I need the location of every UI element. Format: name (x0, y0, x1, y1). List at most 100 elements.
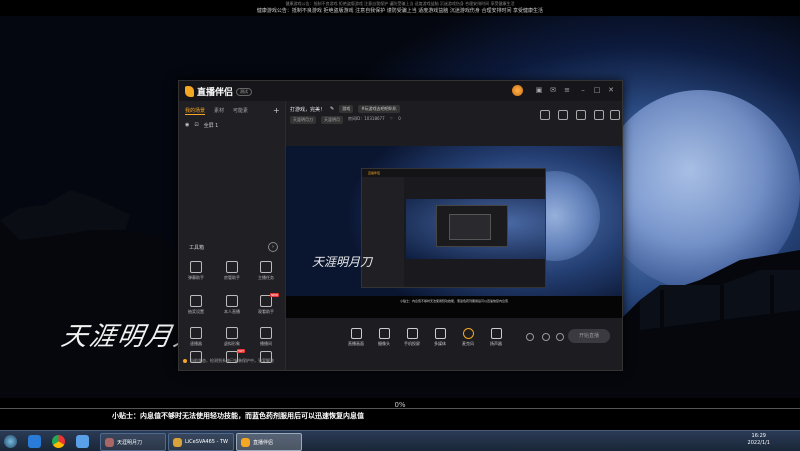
taskbar-app-label: 天涯明月刀 (117, 439, 143, 446)
tab-other[interactable]: 可能素 (233, 107, 248, 115)
room-info: 打游戏，完美！ ✎ 游戏 #玩游戏去吧吧叭叭 (290, 105, 400, 113)
tool-label: 本人直播 (224, 309, 240, 314)
maximize-icon[interactable]: □ (593, 86, 601, 94)
stats-icon[interactable] (542, 333, 550, 341)
taskbar-app-game[interactable]: 天涯明月刀 (100, 433, 166, 451)
record-icon[interactable] (526, 333, 534, 341)
app-logo: 直播伴侣 测试 (185, 85, 253, 98)
skin-icon[interactable]: ▣ (535, 86, 543, 94)
toolbox-title: 工具箱 (189, 245, 205, 251)
room-tag[interactable]: #玩游戏去吧吧叭叭 (358, 105, 400, 113)
preview-tip: 小贴士：内息值不够时无法使用轻功技能，而蓝色药剂服用后可以迅速恢复内息值 (399, 299, 508, 303)
status-dot-icon (183, 359, 187, 363)
settings-icon[interactable] (556, 333, 564, 341)
status-footer: 当前状态，检测到系统已安装保护中，答案解答 (183, 358, 274, 364)
health-notice-bar: 健康游戏公告：抵制不良游戏 拒绝盗版游戏 注意自我保护 谨防受骗上当 适度游戏益… (0, 0, 800, 16)
toolbox-more-button[interactable]: › (268, 242, 278, 252)
tool-admin[interactable]: 房管助手 (217, 261, 247, 281)
scene-item-label: 全屏 1 (203, 123, 219, 129)
taskbar-pin-chrome[interactable] (52, 433, 65, 449)
live-preview[interactable]: 直播伴侣 天涯明月刀 小贴士：内息值不够时无法使用轻功技能，而蓝色药剂服用后可以… (286, 146, 622, 318)
tool-avatar[interactable]: 虚拟形象 (217, 327, 247, 347)
left-panel: 我的场景 素材 可能素 + ◉ ⊡ 全屏 1 工具箱 › 弹幕助手 房管助手 主… (179, 101, 286, 370)
left-tabs: 我的场景 素材 可能素 + (185, 106, 280, 115)
close-icon[interactable]: ✕ (607, 86, 615, 94)
start-live-button[interactable]: 开始直播 (568, 329, 610, 343)
system-clock[interactable]: 16:29 2022/1/1 (748, 433, 770, 447)
tool-label: 房管助手 (224, 275, 240, 280)
start-button[interactable] (4, 433, 17, 449)
share-icon[interactable] (610, 110, 620, 120)
tab-materials[interactable]: 素材 (214, 107, 224, 115)
tool-watch[interactable]: NEW 观看助手 (251, 293, 281, 315)
ie-icon (28, 434, 41, 448)
danmu-icon (190, 261, 202, 273)
hammer-icon[interactable] (576, 110, 586, 120)
version-badge: 测试 (236, 87, 253, 96)
tool-self-live[interactable]: 本人直播 (217, 295, 247, 315)
room-subinfo: 天涯明月刀 天涯明月 房间ID：10318677 ♡ 0 (290, 116, 401, 124)
tool-label: 观看助手 (258, 309, 274, 314)
speaker-button[interactable]: 扬声器 (484, 328, 508, 347)
calendar-icon (260, 327, 272, 339)
cloud-icon (76, 434, 89, 448)
gift-icon[interactable] (540, 110, 550, 120)
media-button[interactable]: 多媒体 (428, 328, 452, 347)
tool-lottery[interactable]: 抽奖设置 (181, 295, 211, 315)
camera-icon (378, 328, 390, 339)
screen-icon (350, 328, 362, 339)
add-scene-button[interactable]: + (273, 106, 280, 115)
game-icon (105, 437, 114, 447)
taskbar-app-explorer[interactable]: LiCeSVA465 - TW (168, 433, 234, 451)
toolbox-header: 工具箱 › (189, 242, 278, 252)
window-icon[interactable] (558, 110, 568, 120)
tool-label: 主播任务 (258, 275, 274, 280)
microphone-button[interactable]: 麦克风 (456, 328, 480, 347)
tool-label: 抽奖设置 (188, 309, 204, 314)
room-id: 房间ID：10318677 (348, 116, 385, 121)
clock-date: 2022/1/1 (747, 440, 770, 446)
folder-icon (173, 437, 182, 447)
app-titlebar: 直播伴侣 测试 ▣ ✉ ≡ – □ ✕ (179, 81, 622, 101)
edit-icon[interactable]: ✎ (330, 106, 334, 112)
room-category[interactable]: 游戏 (339, 105, 354, 113)
taskbar: 天涯明月刀 LiCeSVA465 - TW 直播伴侣 16:29 2022/1/… (0, 430, 800, 451)
control-label: 扬声器 (490, 341, 502, 346)
avatar[interactable] (512, 85, 523, 96)
control-label: 摄像头 (378, 341, 390, 346)
status-text: 当前状态，检测到系统已安装保护中，答案解答 (190, 358, 274, 363)
menu-icon[interactable]: ≡ (563, 86, 571, 94)
minimize-icon[interactable]: – (579, 86, 587, 94)
camera-button[interactable]: 摄像头 (372, 328, 396, 347)
room-title[interactable]: 打游戏，完美！ (290, 106, 325, 113)
phone-cast-button[interactable]: 手机投屏 (400, 328, 424, 347)
nested-left-panel (362, 177, 404, 287)
message-icon[interactable]: ✉ (549, 86, 557, 94)
like-count: 0 (398, 116, 401, 121)
room-game-chip-2[interactable]: 天涯明月 (321, 116, 343, 124)
tool-danmu[interactable]: 弹幕助手 (181, 261, 211, 281)
tool-label: 播播间 (260, 341, 272, 346)
hot-badge: HOT (236, 349, 245, 353)
scene-item[interactable]: ◉ ⊡ 全屏 1 (185, 122, 218, 129)
flame-logo-icon (241, 437, 250, 447)
tool-room[interactable]: 播播间 (251, 327, 281, 347)
room-game-chip[interactable]: 天涯明月刀 (290, 116, 316, 124)
loading-panel: 0% 小贴士：内息值不够时无法使用轻功技能，而蓝色药剂服用后可以迅速恢复内息值 (0, 398, 800, 430)
image-icon (190, 327, 202, 339)
media-icon (434, 328, 446, 339)
lock-icon[interactable]: ⊡ (194, 122, 198, 129)
taskbar-pin-cloud[interactable] (76, 433, 89, 449)
new-badge: NEW (269, 293, 279, 297)
screen-capture-button[interactable]: 直播画面 (344, 328, 368, 347)
taskbar-pin-ie[interactable] (28, 433, 41, 449)
tool-player[interactable]: 速播器 (181, 327, 211, 347)
phone-icon (406, 328, 418, 339)
eye-icon[interactable]: ◉ (185, 122, 189, 129)
bell-icon[interactable] (594, 110, 604, 120)
tool-task[interactable]: 主播任务 (251, 261, 281, 281)
app-name: 直播伴侣 (197, 88, 234, 98)
gift-icon (190, 295, 202, 307)
tab-my-scenes[interactable]: 我的场景 (185, 107, 206, 115)
taskbar-app-companion[interactable]: 直播伴侣 (236, 433, 302, 451)
